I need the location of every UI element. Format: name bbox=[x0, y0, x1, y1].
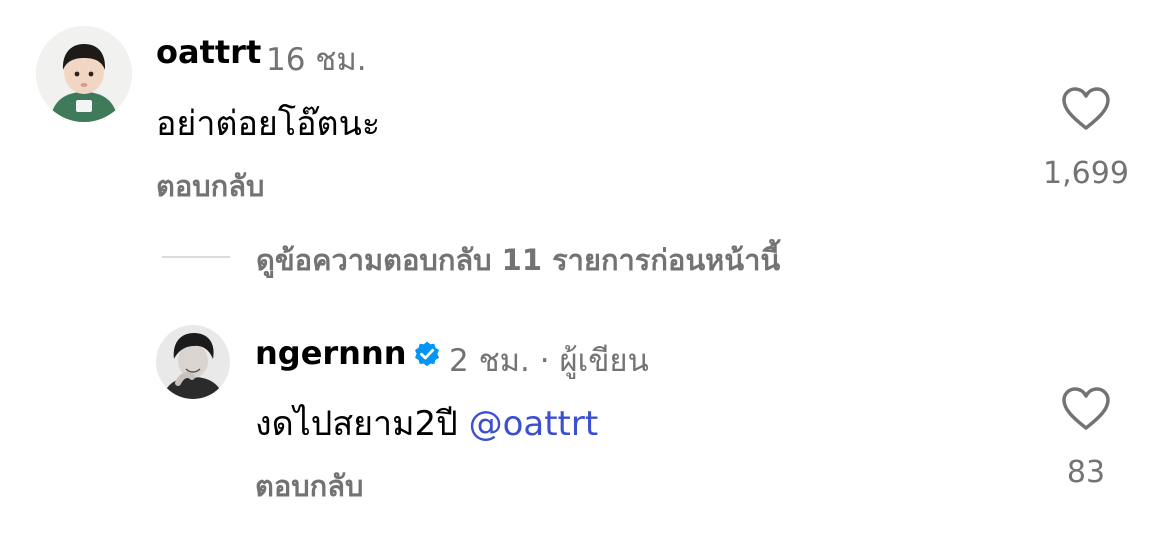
like-button[interactable] bbox=[1060, 386, 1112, 432]
reply-button[interactable]: ตอบกลับ bbox=[156, 163, 264, 209]
reply-timestamp: 2 ชม. bbox=[449, 343, 530, 379]
like-button[interactable] bbox=[1060, 86, 1112, 132]
reply-button[interactable]: ตอบกลับ bbox=[255, 463, 363, 509]
like-count: 1,699 bbox=[1043, 156, 1129, 191]
meta-separator: · bbox=[539, 343, 550, 379]
like-count: 83 bbox=[1066, 455, 1106, 490]
reply-meta: 2 ชม. · ผู้เขียน bbox=[449, 335, 649, 385]
replies-divider bbox=[162, 256, 230, 258]
avatar[interactable] bbox=[36, 26, 132, 122]
comment-username[interactable]: oattrt bbox=[156, 33, 261, 71]
verified-badge-icon bbox=[413, 338, 441, 376]
reply-body: งดไปสยาม2ปี bbox=[255, 404, 458, 444]
heart-icon bbox=[1062, 87, 1110, 130]
username-text[interactable]: ngernnn bbox=[255, 334, 407, 372]
mention-link[interactable]: @oattrt bbox=[469, 404, 599, 444]
author-label: ผู้เขียน bbox=[559, 343, 649, 379]
view-previous-replies-button[interactable]: ดูข้อความตอบกลับ 11 รายการก่อนหน้านี้ bbox=[256, 237, 780, 283]
avatar[interactable] bbox=[156, 325, 230, 399]
illustrated-man-avatar-icon bbox=[156, 325, 230, 399]
reply-text: งดไปสยาม2ปี @oattrt bbox=[255, 396, 598, 450]
comment-text: อย่าต่อยโอ๊ตนะ bbox=[156, 104, 381, 144]
comment-timestamp: 16 ชม. bbox=[266, 42, 367, 78]
child-portrait-avatar-icon bbox=[36, 26, 132, 122]
username-text[interactable]: oattrt bbox=[156, 33, 261, 71]
heart-icon bbox=[1062, 387, 1110, 430]
reply-username[interactable]: ngernnn bbox=[255, 334, 441, 376]
